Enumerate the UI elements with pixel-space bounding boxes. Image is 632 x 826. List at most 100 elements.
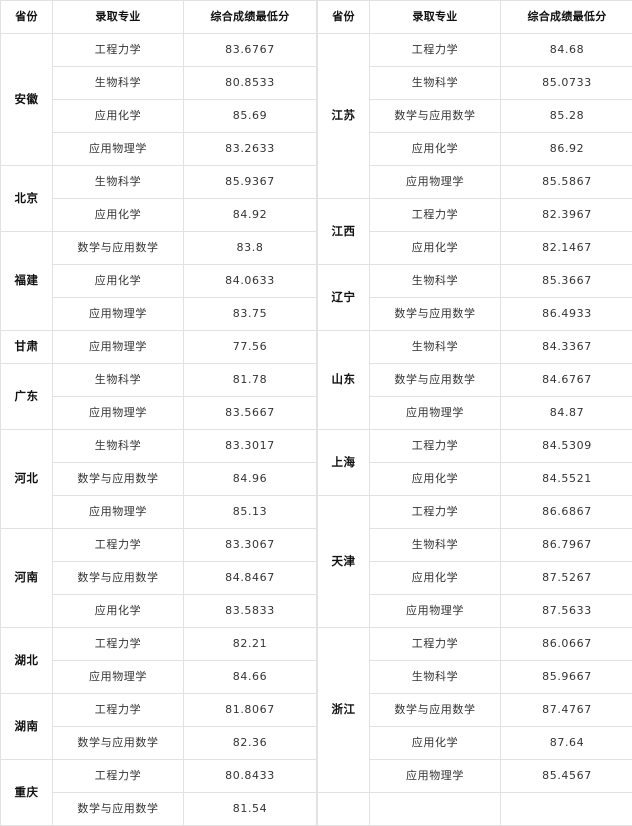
province-cell: 湖南 — [1, 694, 53, 760]
table-body-right: 江苏工程力学84.68生物科学85.0733数学与应用数学85.28应用化学86… — [318, 34, 632, 826]
header-score: 综合成绩最低分 — [184, 1, 317, 34]
header-major: 录取专业 — [370, 1, 501, 34]
major-cell: 应用物理学 — [370, 166, 501, 199]
major-cell: 数学与应用数学 — [53, 232, 184, 265]
score-cell: 81.54 — [184, 793, 317, 826]
score-table-right: 省份 录取专业 综合成绩最低分 江苏工程力学84.68生物科学85.0733数学… — [317, 0, 632, 826]
major-cell: 数学与应用数学 — [370, 694, 501, 727]
score-cell: 83.5833 — [184, 595, 317, 628]
major-cell: 应用化学 — [370, 727, 501, 760]
major-cell: 应用物理学 — [53, 298, 184, 331]
score-cell: 85.69 — [184, 100, 317, 133]
major-cell: 生物科学 — [370, 331, 501, 364]
province-cell: 浙江 — [318, 628, 370, 793]
score-cell: 84.6767 — [501, 364, 632, 397]
score-cell: 83.5667 — [184, 397, 317, 430]
table-row-empty — [318, 793, 632, 826]
table-row: 河南工程力学83.3067 — [1, 529, 317, 562]
empty-cell — [370, 793, 501, 826]
province-cell: 辽宁 — [318, 265, 370, 331]
major-cell: 数学与应用数学 — [53, 562, 184, 595]
major-cell: 应用化学 — [53, 265, 184, 298]
score-cell: 85.5867 — [501, 166, 632, 199]
score-cell: 84.5309 — [501, 430, 632, 463]
major-cell: 应用物理学 — [53, 133, 184, 166]
score-cell: 80.8433 — [184, 760, 317, 793]
province-cell: 重庆 — [1, 760, 53, 826]
score-cell: 83.6767 — [184, 34, 317, 67]
score-cell: 84.68 — [501, 34, 632, 67]
score-cell: 83.2633 — [184, 133, 317, 166]
score-cell: 85.13 — [184, 496, 317, 529]
score-cell: 82.36 — [184, 727, 317, 760]
table-row: 天津工程力学86.6867 — [318, 496, 632, 529]
major-cell: 工程力学 — [53, 760, 184, 793]
major-cell: 应用化学 — [53, 595, 184, 628]
table-body-left: 安徽工程力学83.6767生物科学80.8533应用化学85.69应用物理学83… — [1, 34, 317, 826]
score-cell: 84.87 — [501, 397, 632, 430]
province-cell: 河南 — [1, 529, 53, 628]
major-cell: 工程力学 — [370, 430, 501, 463]
province-cell: 河北 — [1, 430, 53, 529]
header-score: 综合成绩最低分 — [501, 1, 632, 34]
table-row: 甘肃应用物理学77.56 — [1, 331, 317, 364]
major-cell: 生物科学 — [370, 661, 501, 694]
major-cell: 应用物理学 — [370, 595, 501, 628]
table-header-left: 省份 录取专业 综合成绩最低分 — [1, 1, 317, 34]
major-cell: 应用物理学 — [370, 397, 501, 430]
score-cell: 83.3067 — [184, 529, 317, 562]
header-row: 省份 录取专业 综合成绩最低分 — [318, 1, 632, 34]
major-cell: 应用化学 — [370, 562, 501, 595]
table-row: 江西工程力学82.3967 — [318, 199, 632, 232]
major-cell: 工程力学 — [53, 529, 184, 562]
major-cell: 工程力学 — [370, 199, 501, 232]
major-cell: 生物科学 — [53, 364, 184, 397]
table-row: 湖北工程力学82.21 — [1, 628, 317, 661]
score-cell: 82.3967 — [501, 199, 632, 232]
score-tables-sheet: 省份 录取专业 综合成绩最低分 安徽工程力学83.6767生物科学80.8533… — [0, 0, 632, 820]
score-cell: 87.64 — [501, 727, 632, 760]
score-cell: 83.3017 — [184, 430, 317, 463]
major-cell: 数学与应用数学 — [53, 727, 184, 760]
score-cell: 84.8467 — [184, 562, 317, 595]
table-row: 湖南工程力学81.8067 — [1, 694, 317, 727]
province-cell: 安徽 — [1, 34, 53, 166]
major-cell: 应用化学 — [53, 199, 184, 232]
score-cell: 86.4933 — [501, 298, 632, 331]
major-cell: 工程力学 — [53, 694, 184, 727]
province-cell: 上海 — [318, 430, 370, 496]
score-cell: 84.96 — [184, 463, 317, 496]
table-row: 安徽工程力学83.6767 — [1, 34, 317, 67]
province-cell: 广东 — [1, 364, 53, 430]
score-table-left: 省份 录取专业 综合成绩最低分 安徽工程力学83.6767生物科学80.8533… — [0, 0, 317, 826]
score-cell: 81.8067 — [184, 694, 317, 727]
score-cell: 85.0733 — [501, 67, 632, 100]
major-cell: 应用化学 — [370, 133, 501, 166]
score-cell: 85.3667 — [501, 265, 632, 298]
table-row: 浙江工程力学86.0667 — [318, 628, 632, 661]
province-cell: 天津 — [318, 496, 370, 628]
major-cell: 应用物理学 — [53, 661, 184, 694]
major-cell: 应用物理学 — [53, 496, 184, 529]
score-cell: 82.1467 — [501, 232, 632, 265]
major-cell: 生物科学 — [370, 265, 501, 298]
major-cell: 工程力学 — [370, 628, 501, 661]
table-row: 北京生物科学85.9367 — [1, 166, 317, 199]
score-cell: 86.7967 — [501, 529, 632, 562]
header-major: 录取专业 — [53, 1, 184, 34]
table-row: 辽宁生物科学85.3667 — [318, 265, 632, 298]
score-cell: 86.6867 — [501, 496, 632, 529]
score-cell: 84.0633 — [184, 265, 317, 298]
major-cell: 数学与应用数学 — [53, 793, 184, 826]
score-cell: 85.4567 — [501, 760, 632, 793]
score-cell: 87.5633 — [501, 595, 632, 628]
score-cell: 84.5521 — [501, 463, 632, 496]
province-cell: 湖北 — [1, 628, 53, 694]
score-cell: 85.9667 — [501, 661, 632, 694]
major-cell: 应用物理学 — [53, 397, 184, 430]
major-cell: 生物科学 — [53, 67, 184, 100]
score-cell: 80.8533 — [184, 67, 317, 100]
major-cell: 数学与应用数学 — [370, 298, 501, 331]
header-province: 省份 — [1, 1, 53, 34]
major-cell: 工程力学 — [370, 34, 501, 67]
